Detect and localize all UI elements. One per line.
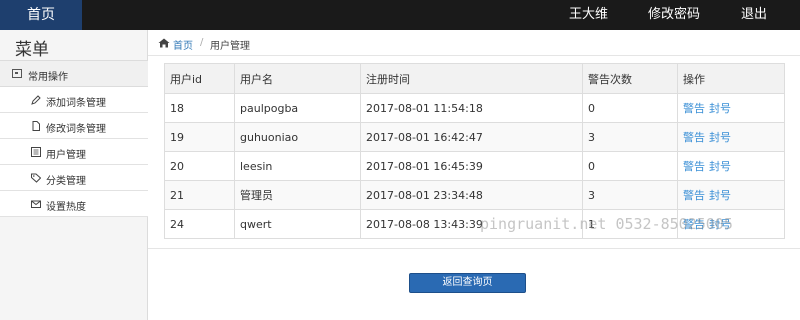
tag-icon bbox=[31, 173, 41, 183]
ban-link[interactable]: 封号 bbox=[709, 102, 731, 115]
breadcrumb-home-link[interactable]: 首页 bbox=[173, 37, 193, 52]
sidebar-title: 菜单 bbox=[15, 40, 49, 60]
sidebar-item-label: 修改词条管理 bbox=[46, 124, 106, 135]
logout-link[interactable]: 退出 bbox=[741, 0, 767, 30]
cell-id: 24 bbox=[164, 209, 235, 239]
sidebar: 菜单 常用操作 添加词条管理 修改词条管理 用户管理 分类管理 设置热度 bbox=[0, 30, 148, 320]
cell-actions: 警告 封号 bbox=[677, 151, 785, 181]
list-icon bbox=[31, 147, 41, 157]
ban-link[interactable]: 封号 bbox=[709, 131, 731, 144]
cell-warnings: 0 bbox=[582, 151, 678, 181]
current-user-link[interactable]: 王大维 bbox=[569, 0, 608, 30]
breadcrumb-divider bbox=[148, 55, 800, 56]
cell-actions: 警告 封号 bbox=[677, 122, 785, 152]
sidebar-item-add-entry[interactable]: 添加词条管理 bbox=[0, 87, 148, 113]
column-header-register-time: 注册时间 bbox=[360, 63, 583, 94]
users-table: 用户id 用户名 注册时间 警告次数 操作 18 paulpogba 2017-… bbox=[164, 63, 785, 239]
table-row: 21 管理员 2017-08-01 23:34:48 3 警告 封号 bbox=[164, 180, 785, 210]
column-header-id: 用户id bbox=[164, 63, 235, 94]
column-header-warnings: 警告次数 bbox=[582, 63, 678, 94]
cell-actions: 警告 封号 bbox=[677, 93, 785, 123]
sidebar-item-users[interactable]: 用户管理 bbox=[0, 139, 148, 165]
sidebar-item-label: 设置热度 bbox=[46, 202, 86, 213]
ban-link[interactable]: 封号 bbox=[709, 189, 731, 202]
sidebar-item-label: 用户管理 bbox=[46, 150, 86, 161]
cell-username: qwert bbox=[234, 209, 361, 239]
file-icon bbox=[31, 121, 41, 131]
cell-username: paulpogba bbox=[234, 93, 361, 123]
envelope-icon bbox=[31, 199, 41, 209]
breadcrumb-separator: / bbox=[200, 37, 204, 48]
home-icon bbox=[158, 38, 170, 48]
ban-link[interactable]: 封号 bbox=[709, 160, 731, 173]
cell-id: 18 bbox=[164, 93, 235, 123]
breadcrumb-current: 用户管理 bbox=[210, 41, 250, 52]
watermark: pingruanit.net 0532-85025005 bbox=[480, 215, 733, 233]
sidebar-item-edit-entry[interactable]: 修改词条管理 bbox=[0, 113, 148, 139]
cell-username: 管理员 bbox=[234, 180, 361, 210]
cell-id: 19 bbox=[164, 122, 235, 152]
sidebar-item-label: 添加词条管理 bbox=[46, 98, 106, 109]
table-row: 19 guhuoniao 2017-08-01 16:42:47 3 警告 封号 bbox=[164, 122, 785, 152]
cell-register-time: 2017-08-01 16:45:39 bbox=[360, 151, 583, 181]
cell-register-time: 2017-08-01 16:42:47 bbox=[360, 122, 583, 152]
sidebar-item-heat-settings[interactable]: 设置热度 bbox=[0, 191, 148, 217]
pencil-icon bbox=[31, 95, 41, 105]
cell-actions: 警告 封号 bbox=[677, 180, 785, 210]
cell-id: 20 bbox=[164, 151, 235, 181]
table-row: 18 paulpogba 2017-08-01 11:54:18 0 警告 封号 bbox=[164, 93, 785, 123]
cell-register-time: 2017-08-01 23:34:48 bbox=[360, 180, 583, 210]
cell-warnings: 3 bbox=[582, 122, 678, 152]
cell-register-time: 2017-08-01 11:54:18 bbox=[360, 93, 583, 123]
back-to-search-button[interactable]: 返回查询页 bbox=[409, 273, 526, 293]
cell-warnings: 0 bbox=[582, 93, 678, 123]
warn-link[interactable]: 警告 bbox=[683, 131, 705, 144]
cell-warnings: 3 bbox=[582, 180, 678, 210]
cell-username: guhuoniao bbox=[234, 122, 361, 152]
warn-link[interactable]: 警告 bbox=[683, 102, 705, 115]
cell-username: leesin bbox=[234, 151, 361, 181]
content-divider bbox=[148, 248, 800, 249]
table-row: 20 leesin 2017-08-01 16:45:39 0 警告 封号 bbox=[164, 151, 785, 181]
list-alt-icon bbox=[12, 69, 22, 78]
column-header-username: 用户名 bbox=[234, 63, 361, 94]
sidebar-item-label: 分类管理 bbox=[46, 176, 86, 187]
sidebar-group-common[interactable]: 常用操作 bbox=[0, 60, 148, 87]
column-header-actions: 操作 bbox=[677, 63, 785, 94]
top-navbar: 首页 王大维 修改密码 退出 bbox=[0, 0, 800, 30]
sidebar-group-label: 常用操作 bbox=[28, 72, 68, 83]
table-header-row: 用户id 用户名 注册时间 警告次数 操作 bbox=[164, 63, 785, 94]
cell-id: 21 bbox=[164, 180, 235, 210]
sidebar-item-categories[interactable]: 分类管理 bbox=[0, 165, 148, 191]
warn-link[interactable]: 警告 bbox=[683, 189, 705, 202]
home-brand-link[interactable]: 首页 bbox=[0, 0, 82, 30]
change-password-link[interactable]: 修改密码 bbox=[648, 0, 700, 30]
warn-link[interactable]: 警告 bbox=[683, 160, 705, 173]
